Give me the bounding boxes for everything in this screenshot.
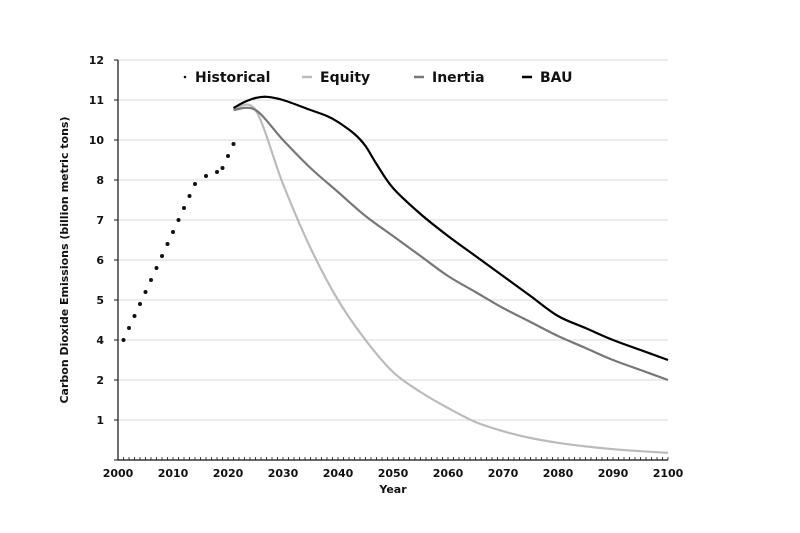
- y-tick-label: 2: [96, 374, 104, 387]
- y-tick-label: 10: [89, 134, 105, 147]
- x-tick-label: 2030: [268, 467, 299, 480]
- x-tick-label: 2020: [213, 467, 244, 480]
- legend-label-historical: Historical: [195, 70, 270, 86]
- gridlines: [118, 59, 668, 421]
- y-tick-labels: 1245678101112: [89, 54, 105, 427]
- y-tick-label: 8: [96, 174, 104, 187]
- historical-point: [193, 182, 197, 186]
- historical-point: [231, 142, 236, 146]
- bau-line: [232, 95, 669, 362]
- legend-label-equity: Equity: [320, 70, 370, 86]
- series-group: [121, 95, 669, 454]
- historical-point: [138, 302, 142, 306]
- historical-point: [121, 338, 126, 342]
- legend-label-inertia: Inertia: [432, 70, 485, 86]
- y-tick-label: 1: [96, 414, 104, 427]
- historical-point: [220, 166, 225, 170]
- historical-point: [187, 194, 192, 198]
- x-tick-label: 2100: [653, 467, 684, 480]
- x-tick-label: 2070: [488, 467, 519, 480]
- x-tick-labels: 2000 2010 2020 2030 2040 2050 2060 2070 2080 2090…: [103, 467, 684, 480]
- y-tick-label: 12: [89, 54, 104, 67]
- inertia-line: [233, 106, 669, 382]
- legend-marker-historical: [183, 75, 187, 79]
- x-tick-label: 2090: [598, 467, 629, 480]
- historical-point: [149, 278, 153, 282]
- x-axis-title: Year: [378, 483, 407, 496]
- legend-label-bau: BAU: [540, 70, 572, 86]
- x-tick-label: 2000: [103, 467, 134, 480]
- historical-point: [176, 218, 181, 222]
- historical-point: [171, 230, 175, 234]
- y-axis-title: Carbon Dioxide Emissions (billion metric…: [58, 116, 71, 403]
- y-tick-label: 11: [89, 94, 104, 107]
- historical-point: [132, 314, 137, 318]
- historical-point: [154, 266, 159, 270]
- historical-point: [127, 326, 131, 330]
- historical-point: [182, 206, 186, 210]
- x-tick-label: 2080: [543, 467, 574, 480]
- x-tick-label: 2060: [433, 467, 464, 480]
- x-tick-label: 2040: [323, 467, 354, 480]
- historical-point: [165, 242, 170, 246]
- line-chart: 1245678101112 2000 2010 2020 2030 2040 2050 20…: [58, 54, 684, 496]
- x-tick-label: 2010: [158, 467, 189, 480]
- series-historical: [121, 142, 236, 342]
- y-tick-label: 4: [96, 334, 104, 347]
- y-tick-label: 5: [96, 294, 104, 307]
- x-tick-label: 2050: [378, 467, 409, 480]
- series-bau: [232, 95, 669, 362]
- historical-point: [160, 254, 164, 258]
- series-inertia: [233, 106, 669, 382]
- y-tick-label: 7: [96, 214, 104, 227]
- historical-point: [215, 170, 219, 174]
- historical-point: [226, 154, 230, 158]
- historical-point: [204, 174, 208, 178]
- legend: Historical Equity Inertia BAU: [183, 70, 572, 86]
- historical-point: [143, 290, 148, 294]
- y-tick-label: 6: [96, 254, 104, 267]
